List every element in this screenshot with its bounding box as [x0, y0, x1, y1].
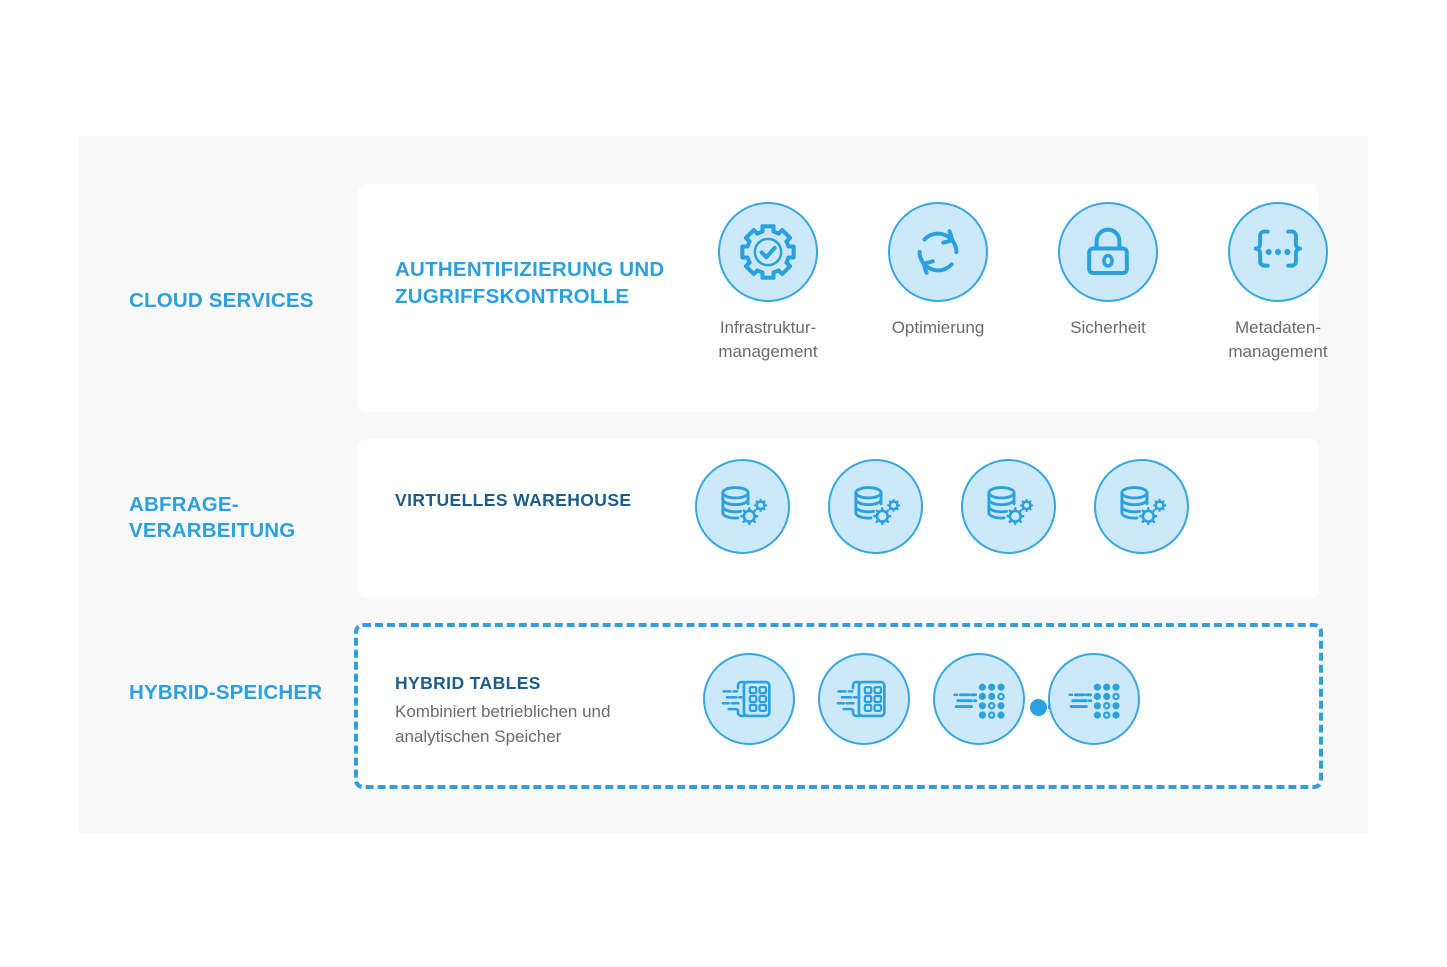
icon-cell-analytical-storage-2[interactable] [1048, 653, 1140, 745]
icon-circle [718, 202, 818, 302]
row-cloud-services: CLOUD SERVICES AUTHENTIFIZIERUNG UND ZUG… [79, 184, 1368, 412]
card-hybrid-storage: HYBRID TABLES Kombiniert betrieblichen u… [354, 623, 1323, 789]
icon-strip-cloud-services: Infrastruktur- management Optimierung Si… [705, 202, 1341, 364]
card-text-hybrid-storage: HYBRID TABLES Kombiniert betrieblichen u… [395, 672, 695, 750]
database-gears-icon [1116, 482, 1168, 532]
icon-circle [818, 653, 910, 745]
database-gears-icon [983, 482, 1035, 532]
icon-circle [695, 459, 790, 554]
icon-strip-hybrid-storage [703, 653, 1140, 745]
icon-cell-virtual-warehouse-3[interactable] [961, 459, 1056, 554]
icon-circle [1048, 653, 1140, 745]
icon-cell-operational-storage-2[interactable] [818, 653, 1134, 745]
icon-circle [1228, 202, 1328, 302]
icon-cell-metadata-management[interactable]: Metadaten- management [1215, 202, 1341, 364]
icon-cell-virtual-warehouse-4[interactable] [1094, 459, 1189, 554]
icon-cell-virtual-warehouse-2[interactable] [828, 459, 923, 554]
icon-circle [1094, 459, 1189, 554]
icon-circle [828, 459, 923, 554]
card-text-query-processing: VIRTUELLES WAREHOUSE [395, 489, 695, 512]
icon-cell-sicherheit[interactable]: Sicherheit [1045, 202, 1171, 340]
card-title-hybrid-tables: HYBRID TABLES [395, 673, 541, 693]
connector-source-dot [1030, 698, 1047, 716]
table-grid-stream-icon [721, 677, 777, 721]
database-gears-icon [850, 482, 902, 532]
dot-matrix-stream-icon [1066, 677, 1122, 721]
icon-circle [933, 653, 1025, 745]
icon-caption: Optimierung [891, 318, 985, 337]
icon-circle [961, 459, 1056, 554]
database-gears-icon [717, 482, 769, 532]
card-title-authentication: AUTHENTIFIZIERUNG UND ZUGRIFFSKONTROLLE [395, 258, 665, 309]
icon-circle [703, 653, 795, 745]
card-text-cloud-services: AUTHENTIFIZIERUNG UND ZUGRIFFSKONTROLLE [395, 256, 695, 311]
row-query-processing: ABFRAGE-VERARBEITUNG VIRTUELLES WAREHOUS… [79, 439, 1368, 598]
icon-caption: Metadaten- management [1228, 318, 1328, 362]
gear-check-icon [737, 221, 799, 283]
refresh-sync-icon [910, 224, 966, 280]
icon-cell-operational-storage-1[interactable] [703, 653, 795, 745]
padlock-icon [1082, 224, 1134, 280]
row-label-hybrid-storage: HYBRID-SPEICHER [129, 681, 323, 704]
icon-cell-optimierung[interactable]: Optimierung [875, 202, 1001, 340]
row-hybrid-storage: HYBRID-SPEICHER HYBRID TABLES Kombiniert… [79, 623, 1368, 789]
card-title-virtual-warehouse: VIRTUELLES WAREHOUSE [395, 490, 632, 510]
table-grid-stream-icon [836, 677, 892, 721]
icon-caption: Infrastruktur- management [718, 318, 818, 362]
icon-circle [1058, 202, 1158, 302]
icon-cell-infrastructure-management[interactable]: Infrastruktur- management [705, 202, 831, 364]
icon-circle [888, 202, 988, 302]
architecture-diagram-canvas: CLOUD SERVICES AUTHENTIFIZIERUNG UND ZUG… [79, 136, 1368, 833]
dot-matrix-stream-icon [951, 677, 1007, 721]
card-cloud-services: AUTHENTIFIZIERUNG UND ZUGRIFFSKONTROLLE [358, 184, 1328, 412]
row-label-query-processing: ABFRAGE-VERARBEITUNG [129, 493, 296, 543]
icon-cell-virtual-warehouse-1[interactable] [695, 459, 790, 554]
card-description-hybrid-tables: Kombiniert betrieblichen und analytische… [395, 702, 611, 747]
curly-braces-dots-icon [1249, 227, 1307, 277]
row-label-cloud-services: CLOUD SERVICES [129, 289, 314, 312]
icon-strip-query-processing [695, 459, 1189, 554]
icon-caption: Sicherheit [1070, 318, 1146, 337]
icon-cell-analytical-storage-1[interactable] [933, 653, 1025, 745]
card-query-processing: VIRTUELLES WAREHOUSE [358, 439, 1319, 598]
